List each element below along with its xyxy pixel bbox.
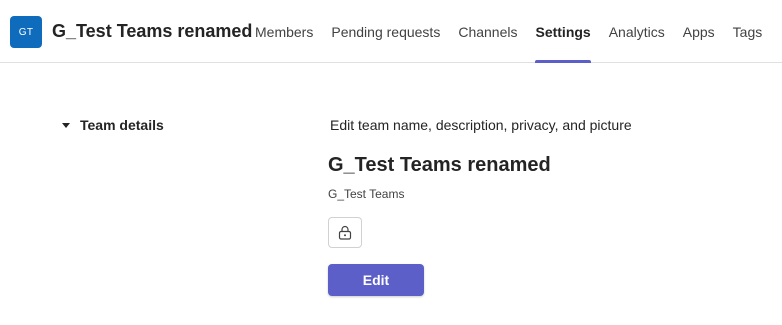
tab-members[interactable]: Members (255, 0, 313, 63)
section-description: Edit team name, description, privacy, an… (330, 117, 632, 133)
privacy-indicator (328, 217, 362, 248)
team-details-panel: Edit team name, description, privacy, an… (328, 117, 632, 296)
team-subtitle: G_Test Teams (328, 187, 405, 201)
edit-button[interactable]: Edit (328, 264, 424, 296)
team-header: GT G_Test Teams renamed Members Pending … (0, 0, 782, 63)
team-display-name: G_Test Teams renamed (328, 154, 551, 176)
tab-pending-requests[interactable]: Pending requests (331, 0, 440, 63)
tab-apps[interactable]: Apps (683, 0, 715, 63)
tab-channels[interactable]: Channels (458, 0, 517, 63)
team-details-toggle[interactable]: Team details (62, 117, 164, 133)
tab-analytics[interactable]: Analytics (609, 0, 665, 63)
tab-settings[interactable]: Settings (535, 0, 591, 63)
team-title: G_Test Teams renamed (52, 21, 253, 41)
section-label: Team details (80, 117, 164, 133)
settings-tabs: Members Pending requests Channels Settin… (255, 0, 762, 63)
lock-icon (338, 225, 352, 240)
tab-tags[interactable]: Tags (733, 0, 763, 63)
team-avatar: GT (10, 16, 42, 48)
caret-down-icon (62, 122, 70, 128)
